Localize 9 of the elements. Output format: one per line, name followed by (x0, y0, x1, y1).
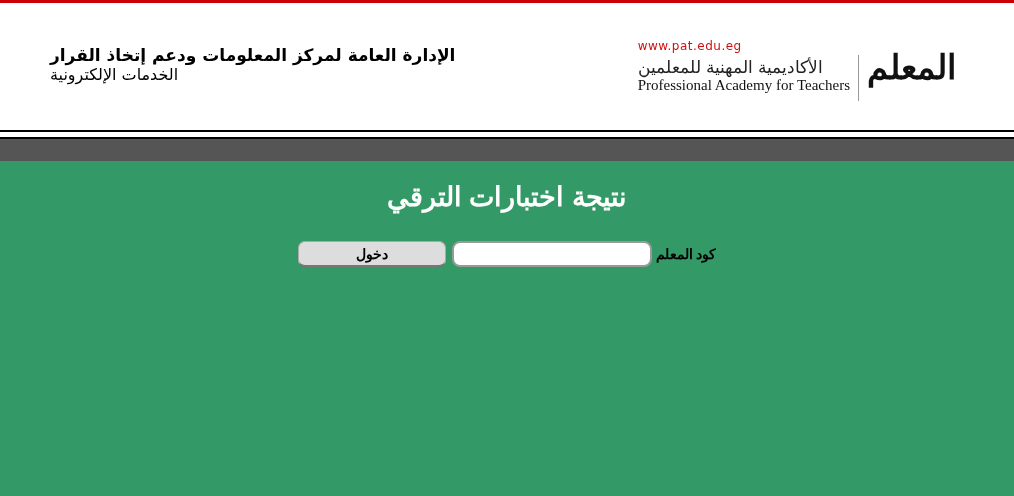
website-link[interactable]: www.pat.edu.eg (637, 39, 742, 53)
teacher-code-field[interactable] (451, 241, 652, 267)
department-title: الإدارة العامة لمركز المعلومات ودعم إتخاذ القرار (50, 45, 456, 65)
logo-arabic-name: الأكاديمية المهنية للمعلمين (637, 57, 824, 77)
header-subtitle: الخدمات الإلكترونية (50, 65, 179, 84)
login-button[interactable]: دخول (297, 241, 446, 267)
field-label: كود المعلم (655, 246, 717, 262)
page-title: نتيجة اختبارات الترقي (387, 181, 627, 213)
logo-english-name: Professional Academy for Teachers (637, 77, 850, 94)
